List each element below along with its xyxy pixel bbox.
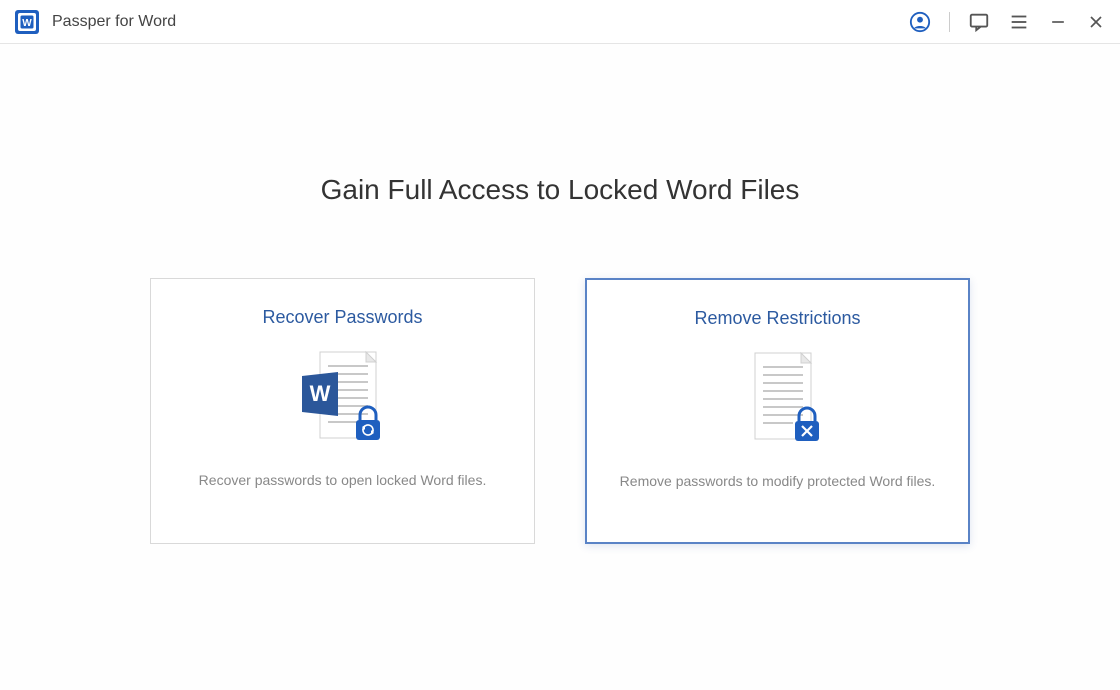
option-cards: Recover Passwords W: [0, 278, 1120, 544]
recover-card-title: Recover Passwords: [262, 307, 422, 328]
titlebar-actions: [909, 11, 1106, 33]
recover-passwords-card[interactable]: Recover Passwords W: [150, 278, 535, 544]
feedback-icon[interactable]: [968, 11, 990, 33]
main-content: Gain Full Access to Locked Word Files Re…: [0, 44, 1120, 544]
titlebar-divider: [949, 12, 950, 32]
svg-text:W: W: [22, 18, 32, 29]
remove-card-icon: [723, 345, 833, 455]
recover-card-desc: Recover passwords to open locked Word fi…: [199, 472, 487, 488]
titlebar: W Passper for Word: [0, 0, 1120, 44]
app-title: Passper for Word: [52, 13, 176, 31]
remove-restrictions-card[interactable]: Remove Restrictions: [585, 278, 970, 544]
recover-card-icon: W: [288, 344, 398, 454]
remove-card-desc: Remove passwords to modify protected Wor…: [620, 473, 936, 489]
account-icon[interactable]: [909, 11, 931, 33]
remove-card-title: Remove Restrictions: [694, 308, 860, 329]
svg-text:W: W: [309, 381, 330, 406]
menu-icon[interactable]: [1008, 11, 1030, 33]
page-heading: Gain Full Access to Locked Word Files: [0, 174, 1120, 206]
app-logo-icon: W: [14, 9, 40, 35]
close-button[interactable]: [1086, 12, 1106, 32]
minimize-button[interactable]: [1048, 12, 1068, 32]
